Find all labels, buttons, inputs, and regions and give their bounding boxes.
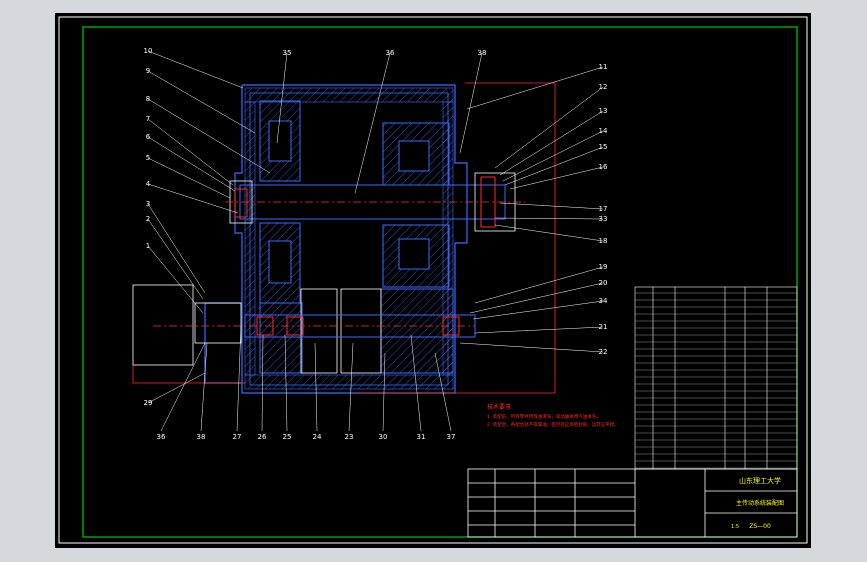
leader-line bbox=[499, 202, 604, 210]
leader-line bbox=[147, 50, 244, 89]
part-label-right_column-3: 14 bbox=[599, 127, 608, 135]
part-label-left_column-5: 5 bbox=[146, 154, 150, 162]
leader-line bbox=[459, 52, 483, 154]
part-label-left_column-6: 4 bbox=[146, 180, 151, 188]
part-label-bottom_row-8: 31 bbox=[417, 433, 426, 441]
leader-line bbox=[502, 130, 604, 182]
leader-line bbox=[147, 183, 239, 214]
part-label-left_column-0: 10 bbox=[144, 47, 153, 55]
part-label-right_column-13: 22 bbox=[599, 348, 608, 356]
leader-line bbox=[147, 203, 206, 294]
leader-lines bbox=[147, 50, 604, 432]
center-lines bbox=[153, 201, 525, 327]
leader-line bbox=[494, 217, 604, 220]
part-label-bottom_row-7: 30 bbox=[379, 433, 388, 441]
part-label-bottom_row-2: 27 bbox=[233, 433, 242, 441]
part-label-bottom_row-1: 38 bbox=[197, 433, 206, 441]
dimension-outline bbox=[132, 82, 556, 394]
leader-line bbox=[147, 218, 204, 300]
part-label-right_column-1: 12 bbox=[599, 83, 608, 91]
leader-line bbox=[459, 342, 604, 353]
leader-line bbox=[147, 245, 204, 314]
part-label-top_row-0: 35 bbox=[283, 49, 292, 57]
part-label-left_column-4: 6 bbox=[146, 133, 151, 141]
part-label-right_column-4: 15 bbox=[599, 143, 608, 151]
part-label-bottom_row-9: 37 bbox=[447, 433, 456, 441]
notes-line-2: 2. 装配后，各配合处不得漏油，密封处应涂密封胶，运转应平稳。 bbox=[487, 421, 619, 428]
leader-line bbox=[504, 146, 604, 186]
leader-line bbox=[494, 224, 604, 242]
leader-line bbox=[200, 342, 208, 432]
leader-line bbox=[469, 282, 604, 314]
part-label-bottom_row-4: 25 bbox=[283, 433, 292, 441]
notes-line-1: 1. 装配前，所有零件用煤油清洗，滚动轴承用汽油清洗。 bbox=[487, 413, 601, 420]
leader-line bbox=[474, 326, 604, 334]
gearbox-assembly-drawing: 109876543212935 36 38111213141516173318192… bbox=[58, 16, 808, 544]
title-block-drawing-no: ZS—00 bbox=[749, 523, 771, 530]
part-label-right_column-5: 16 bbox=[599, 163, 608, 171]
part-label-left_column-8: 2 bbox=[146, 215, 150, 223]
part-label-bottom_row-3: 26 bbox=[258, 433, 267, 441]
leader-line bbox=[147, 157, 231, 199]
part-label-right_column-6: 17 bbox=[599, 205, 608, 213]
part-label-left_column-7: 3 bbox=[146, 200, 150, 208]
part-label-top_row-1: 36 bbox=[386, 49, 395, 57]
leader-line bbox=[147, 118, 234, 186]
leader-line bbox=[160, 342, 206, 432]
leader-line bbox=[494, 86, 604, 169]
part-label-right_column-10: 20 bbox=[599, 279, 608, 287]
leader-line bbox=[236, 324, 242, 432]
title-block-title: 主传动系统装配图 bbox=[736, 499, 784, 507]
parts-list bbox=[634, 286, 798, 470]
leader-line bbox=[472, 300, 604, 320]
title-block-company: 山东理工大学 bbox=[739, 476, 781, 485]
part-label-right_column-8: 18 bbox=[599, 237, 608, 245]
leader-line bbox=[499, 110, 604, 176]
part-label-right_column-9: 19 bbox=[599, 263, 608, 271]
part-label-left_column-3: 7 bbox=[146, 115, 150, 123]
leader-line bbox=[147, 70, 256, 134]
notes-header: 技术要求 bbox=[487, 403, 511, 411]
cad-drawing-canvas: 10 9 8 7 6 5 4 3 2 1 29 35 36 38 11 12 13 14 15 16 17 33 18 19 2… bbox=[55, 13, 811, 548]
part-label-left_column-1: 9 bbox=[146, 67, 150, 75]
part-label-left_column-2: 8 bbox=[146, 95, 150, 103]
leader-line bbox=[147, 372, 206, 404]
part-label-right_column-0: 11 bbox=[599, 63, 608, 71]
viewer-window: 10 9 8 7 6 5 4 3 2 1 29 35 36 38 11 12 13 14 15 16 17 33 18 19 2… bbox=[0, 0, 867, 562]
gear-right-large bbox=[382, 122, 450, 288]
part-label-right_column-11: 34 bbox=[599, 297, 608, 305]
leader-line bbox=[466, 66, 604, 110]
part-label-left_column-10: 29 bbox=[144, 399, 153, 407]
part-label-bottom_row-0: 36 bbox=[157, 433, 166, 441]
title-block-scale: 1:5 bbox=[731, 524, 739, 530]
part-label-right_column-2: 13 bbox=[599, 107, 608, 115]
leader-line bbox=[147, 136, 236, 192]
part-label-top_row-2: 38 bbox=[478, 49, 487, 57]
part-label-right_column-7: 33 bbox=[599, 215, 608, 223]
parts-list-rows bbox=[635, 292, 797, 469]
part-label-bottom_row-6: 23 bbox=[345, 433, 354, 441]
part-label-left_column-9: 1 bbox=[146, 242, 150, 250]
part-label-bottom_row-5: 24 bbox=[313, 433, 322, 441]
part-label-right_column-12: 21 bbox=[599, 323, 608, 331]
